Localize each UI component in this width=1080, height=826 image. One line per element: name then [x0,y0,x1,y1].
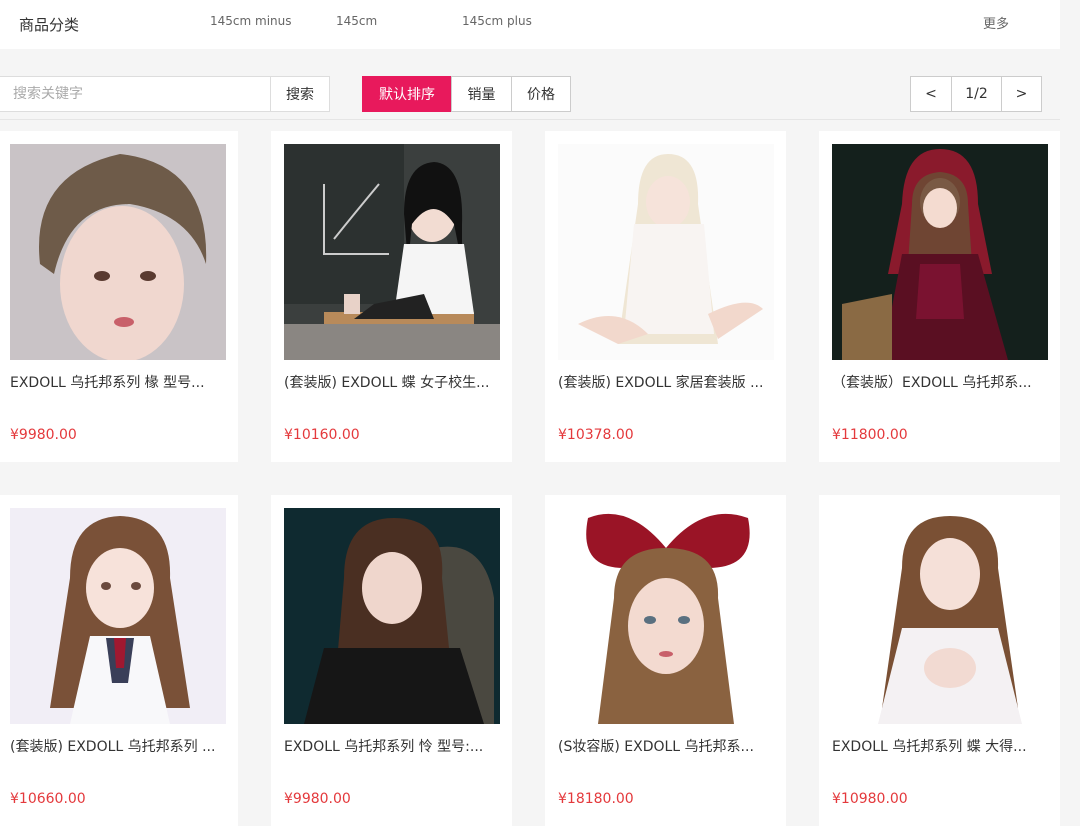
category-more-link[interactable]: 更多 [983,13,1009,32]
product-image[interactable] [284,144,500,360]
product-image[interactable] [558,144,774,360]
product-name[interactable]: (S妆容版) EXDOLL 乌托邦系... [558,736,778,756]
product-name[interactable]: EXDOLL 乌托邦系列 蝶 大得... [832,736,1052,756]
product-price: ¥10980.00 [832,791,908,807]
search-button[interactable]: 搜索 [270,76,330,112]
product-price: ¥9980.00 [10,427,77,443]
product-card[interactable]: （套装版）EXDOLL 乌托邦系... ¥11800.00 [819,131,1060,462]
product-price: ¥10378.00 [558,427,634,443]
product-name[interactable]: (套装版) EXDOLL 蝶 女子校生... [284,372,504,392]
product-price: ¥18180.00 [558,791,634,807]
product-card[interactable]: EXDOLL 乌托邦系列 椽 型号... ¥9980.00 [0,131,238,462]
product-card[interactable]: EXDOLL 乌托邦系列 怜 型号:... ¥9980.00 [271,495,512,826]
product-card[interactable]: (套装版) EXDOLL 蝶 女子校生... ¥10160.00 [271,131,512,462]
product-price: ¥10660.00 [10,791,86,807]
product-name[interactable]: EXDOLL 乌托邦系列 怜 型号:... [284,736,504,756]
search-input[interactable] [0,76,271,112]
category-145cm-plus[interactable]: 145cm plus [462,14,532,28]
product-image[interactable] [284,508,500,724]
product-card[interactable]: EXDOLL 乌托邦系列 蝶 大得... ¥10980.00 [819,495,1060,826]
page-indicator: 1/2 [951,76,1002,112]
category-145cm-minus[interactable]: 145cm minus [210,14,292,28]
product-image[interactable] [10,508,226,724]
sort-price-button[interactable]: 价格 [511,76,571,112]
product-name[interactable]: (套装版) EXDOLL 家居套装版 ... [558,372,778,392]
product-image[interactable] [558,508,774,724]
product-image[interactable] [10,144,226,360]
product-price: ¥11800.00 [832,427,908,443]
category-145cm[interactable]: 145cm [336,14,377,28]
product-name[interactable]: (套装版) EXDOLL 乌托邦系列 ... [10,736,230,756]
product-card[interactable]: (套装版) EXDOLL 家居套装版 ... ¥10378.00 [545,131,786,462]
product-image[interactable] [832,508,1048,724]
category-bar: 商品分类 145cm minus 145cm 145cm plus 更多 [0,0,1060,49]
product-price: ¥10160.00 [284,427,360,443]
product-card[interactable]: (套装版) EXDOLL 乌托邦系列 ... ¥10660.00 [0,495,238,826]
toolbar-divider [0,119,1060,120]
sort-default-button[interactable]: 默认排序 [362,76,452,112]
prev-page-button[interactable]: < [910,76,952,112]
product-card[interactable]: (S妆容版) EXDOLL 乌托邦系... ¥18180.00 [545,495,786,826]
product-price: ¥9980.00 [284,791,351,807]
product-image[interactable] [832,144,1048,360]
product-name[interactable]: EXDOLL 乌托邦系列 椽 型号... [10,372,230,392]
sort-sales-button[interactable]: 销量 [451,76,512,112]
product-name[interactable]: （套装版）EXDOLL 乌托邦系... [832,372,1052,392]
category-title: 商品分类 [19,16,80,34]
next-page-button[interactable]: > [1001,76,1042,112]
